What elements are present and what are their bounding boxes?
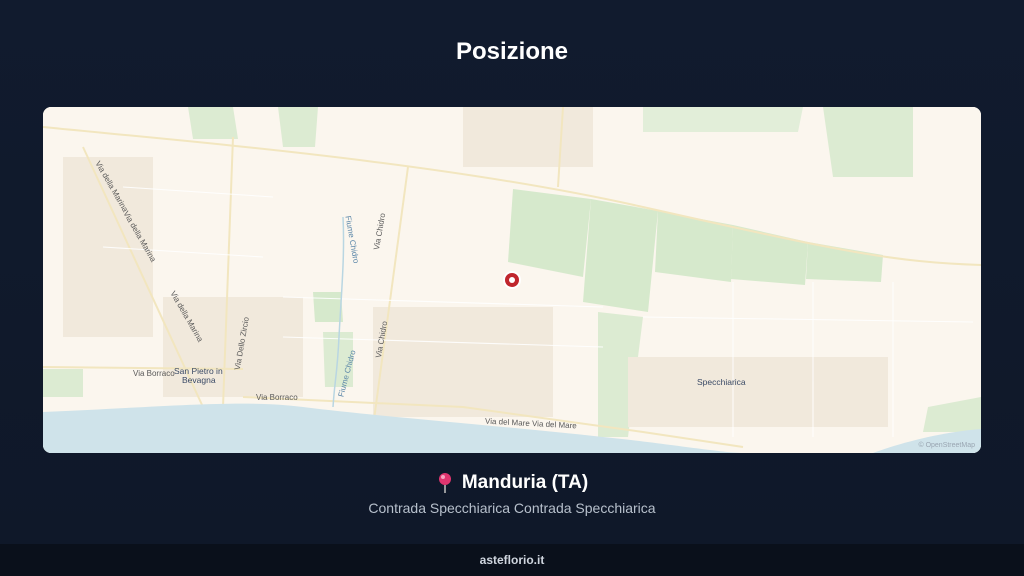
location-info: Manduria (TA): [0, 472, 1024, 494]
map-label-bevagna: Bevagna: [182, 375, 216, 385]
page-title: Posizione: [455, 38, 569, 65]
map-green-area: [278, 107, 318, 147]
map-green-area: [43, 369, 83, 397]
map-green-area: [643, 107, 803, 132]
location-address: Contrada Specchiarica Contrada Specchiar…: [368, 500, 656, 516]
map-green-area: [508, 189, 591, 277]
map-label-via-borraco: Via Borraco: [133, 369, 175, 378]
map-label-via-borraco: Via Borraco: [256, 393, 298, 402]
map-label-specchiarica: Specchiarica: [697, 377, 746, 387]
map-canvas[interactable]: [43, 107, 981, 453]
map-green-area: [313, 292, 343, 322]
footer: asteflorio.it: [0, 544, 1024, 576]
footer-site-link[interactable]: asteflorio.it: [480, 553, 545, 567]
map-green-area: [583, 199, 658, 312]
location-marker-icon[interactable]: [503, 271, 521, 289]
location-city: Manduria (TA): [461, 472, 589, 493]
map-pin-icon: [436, 472, 454, 494]
page: Posizione San Pietro in Bevagna Specchia…: [0, 0, 1024, 544]
map-attribution[interactable]: © OpenStreetMap: [918, 442, 975, 449]
map-green-area: [188, 107, 238, 139]
map[interactable]: San Pietro in Bevagna Specchiarica Via B…: [43, 107, 981, 453]
map-green-area: [823, 107, 913, 177]
